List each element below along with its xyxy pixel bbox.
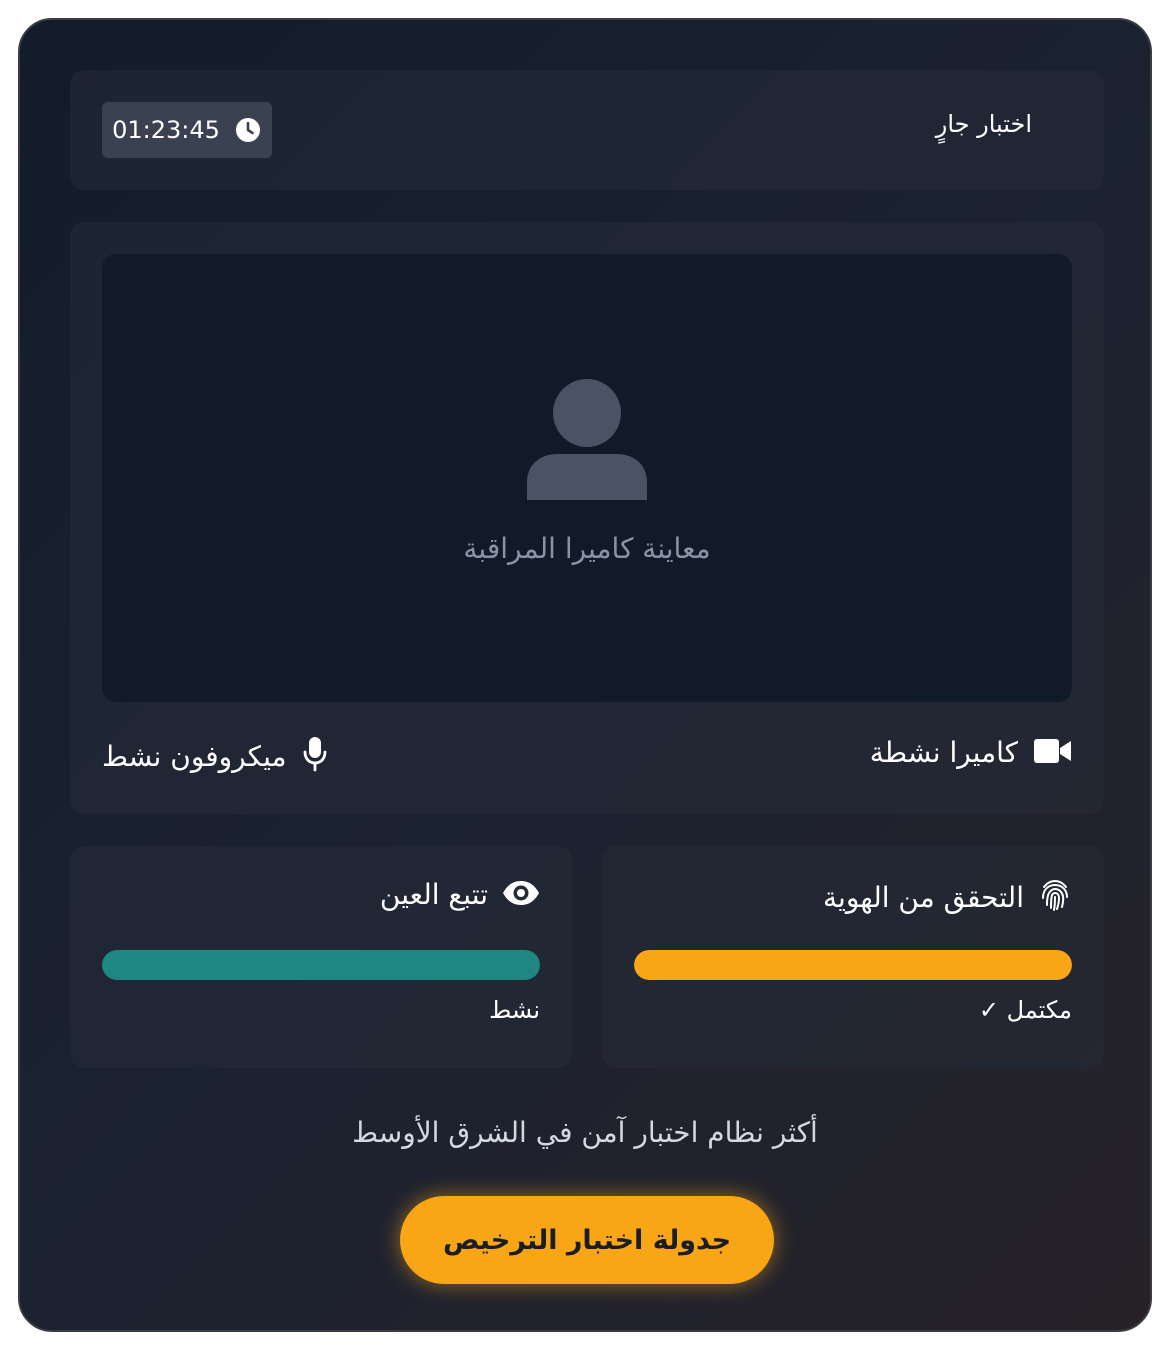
eye-card-title: تتبع العين <box>379 878 488 911</box>
identity-verification-card: التحقق من الهوية مكتمل ✓ <box>602 846 1104 1068</box>
schedule-exam-button[interactable]: جدولة اختبار الترخيص <box>400 1196 774 1284</box>
microphone-status-text: ميكروفون نشط <box>102 739 287 773</box>
identity-status: مكتمل ✓ <box>978 996 1072 1024</box>
identity-card-title: التحقق من الهوية <box>823 880 1024 914</box>
timer-text: 01:23:45 <box>112 116 220 144</box>
preview-label: معاينة كاميرا المراقبة <box>463 532 711 565</box>
exam-status-title: اختبار جارٍ <box>935 110 1032 138</box>
microphone-icon <box>303 736 327 776</box>
clock-icon <box>234 116 262 144</box>
identity-card-header: التحقق من الهوية <box>823 878 1072 916</box>
exam-header: اختبار جارٍ 01:23:45 <box>70 70 1104 190</box>
microphone-status: ميكروفون نشط <box>102 736 327 776</box>
camera-preview: معاينة كاميرا المراقبة <box>102 254 1072 702</box>
device-status-row: كاميرا نشطة ميكروفون نشط <box>102 736 1072 780</box>
eye-icon <box>502 880 540 910</box>
video-camera-icon <box>1034 738 1072 768</box>
identity-progress-bar <box>634 950 1072 980</box>
eye-card-header: تتبع العين <box>380 878 540 911</box>
eye-progress-fill <box>102 950 540 980</box>
identity-progress-fill <box>634 950 1072 980</box>
eye-status: نشط <box>489 996 540 1024</box>
timer-badge: 01:23:45 <box>102 102 272 158</box>
camera-status-text: كاميرا نشطة <box>869 736 1018 769</box>
fingerprint-icon <box>1038 878 1072 916</box>
eye-tracking-card: تتبع العين نشط <box>70 846 572 1068</box>
exam-monitor-window: اختبار جارٍ 01:23:45 معاينة كاميرا المرا… <box>18 18 1152 1332</box>
user-icon <box>527 379 647 500</box>
eye-progress-bar <box>102 950 540 980</box>
camera-panel: معاينة كاميرا المراقبة كاميرا نشطة ميكرو… <box>70 222 1104 814</box>
tagline: أكثر نظام اختبار آمن في الشرق الأوسط <box>352 1116 818 1149</box>
camera-status: كاميرا نشطة <box>870 736 1072 769</box>
